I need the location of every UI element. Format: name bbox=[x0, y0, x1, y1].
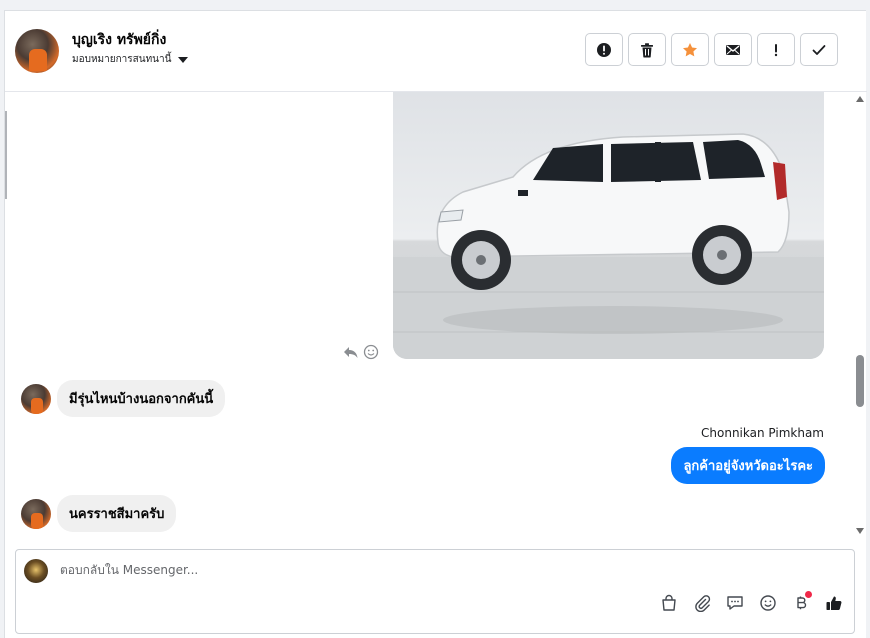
scroll-thumb[interactable] bbox=[856, 355, 864, 407]
paperclip-icon bbox=[694, 594, 710, 612]
shopping-bag-icon bbox=[661, 594, 676, 611]
composer-toolbar bbox=[658, 591, 844, 613]
incoming-message-row: นครราชสีมาครับ bbox=[21, 495, 177, 532]
envelope-icon bbox=[726, 44, 740, 55]
check-icon bbox=[812, 44, 826, 55]
payment-button[interactable] bbox=[790, 591, 812, 613]
star-icon bbox=[683, 42, 697, 56]
sender-avatar[interactable] bbox=[21, 498, 51, 529]
emoji-button[interactable] bbox=[757, 592, 778, 613]
scroll-down-arrow-icon[interactable] bbox=[856, 528, 864, 534]
reply-icon[interactable] bbox=[343, 344, 359, 360]
follow-up-button[interactable] bbox=[757, 33, 795, 66]
message-thread: มีรุ่นไหนบ้างนอกจากคันนี้ Chonnikan Pimk… bbox=[5, 92, 867, 550]
incoming-message-bubble[interactable]: นครราชสีมาครับ bbox=[57, 495, 177, 532]
assign-label: มอบหมายการสนทนานี้ bbox=[72, 54, 172, 65]
caret-down-icon bbox=[178, 56, 189, 63]
outgoing-message-bubble[interactable]: ลูกค้าอยู่จังหวัดอะไรคะ bbox=[671, 447, 825, 484]
alert-circle-icon bbox=[597, 42, 611, 57]
attach-button[interactable] bbox=[691, 592, 712, 613]
message-reaction-tools bbox=[343, 344, 379, 360]
incoming-message-row: มีรุ่นไหนบ้างนอกจากคันนี้ bbox=[21, 380, 226, 417]
emoji-reaction-icon[interactable] bbox=[363, 344, 379, 360]
thumbs-up-icon bbox=[826, 596, 841, 610]
car-photo-attachment[interactable] bbox=[393, 92, 824, 359]
inbox-conversation-panel: บุญเริง ทรัพย์กิ่ง มอบหมายการสนทนานี้ มี… bbox=[4, 10, 867, 638]
delete-button[interactable] bbox=[628, 33, 666, 66]
outgoing-sender-name: Chonnikan Pimkham bbox=[701, 426, 824, 440]
car-illustration bbox=[393, 133, 824, 359]
mark-spam-button[interactable] bbox=[585, 33, 623, 66]
sender-avatar[interactable] bbox=[21, 383, 51, 414]
notification-dot bbox=[805, 591, 812, 598]
scroll-up-arrow-icon[interactable] bbox=[856, 96, 864, 102]
emoji-icon bbox=[759, 594, 776, 611]
trash-icon bbox=[641, 42, 653, 57]
incoming-message-bubble[interactable]: มีรุ่นไหนบ้างนอกจากคันนี้ bbox=[57, 380, 226, 417]
star-button[interactable] bbox=[671, 33, 709, 66]
page-avatar bbox=[24, 559, 48, 583]
contact-name[interactable]: บุญเริง ทรัพย์กิ่ง bbox=[72, 29, 166, 51]
thread-scrollbar[interactable] bbox=[854, 92, 867, 550]
reply-input[interactable] bbox=[60, 563, 660, 577]
conversation-actions bbox=[585, 33, 838, 66]
assign-conversation-dropdown[interactable]: มอบหมายการสนทนานี้ bbox=[72, 52, 189, 67]
saved-replies-button[interactable] bbox=[724, 592, 745, 613]
conversation-header: บุญเริง ทรัพย์กิ่ง มอบหมายการสนทนานี้ bbox=[5, 11, 867, 92]
like-button[interactable] bbox=[823, 592, 844, 613]
shop-bag-button[interactable] bbox=[658, 592, 679, 613]
exclamation-icon bbox=[774, 43, 778, 56]
mark-done-button[interactable] bbox=[800, 33, 838, 66]
mark-unread-button[interactable] bbox=[714, 33, 752, 66]
chat-bubble-icon bbox=[726, 595, 743, 610]
reply-composer bbox=[15, 549, 855, 634]
contact-avatar[interactable] bbox=[15, 29, 59, 73]
